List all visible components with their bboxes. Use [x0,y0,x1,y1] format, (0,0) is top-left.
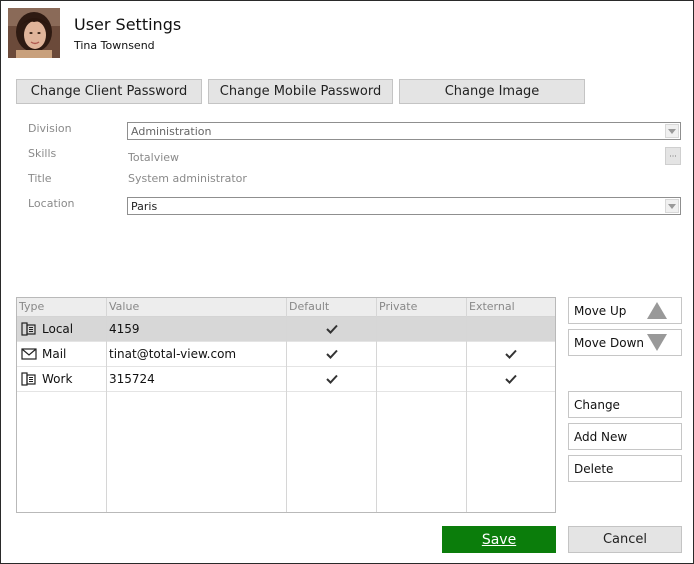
move-up-label: Move Up [574,304,627,318]
change-image-button[interactable]: Change Image [399,79,585,104]
delete-button[interactable]: Delete [568,455,682,482]
change-client-password-button[interactable]: Change Client Password [16,79,202,104]
row-type: Work [42,372,73,386]
column-divider [106,298,107,512]
move-down-label: Move Down [574,336,644,350]
user-name: Tina Townsend [74,39,155,52]
row-value: 4159 [109,322,140,336]
location-select[interactable]: Paris [127,197,681,215]
division-value: Administration [131,125,212,138]
skills-label: Skills [28,147,57,160]
row-type: Local [42,322,74,336]
move-down-button[interactable]: Move Down [568,329,682,356]
arrow-up-icon [647,302,667,322]
column-divider [466,298,467,512]
skills-value: Totalview [128,151,180,164]
arrow-down-icon [647,334,667,354]
change-label: Change [574,398,620,412]
change-button[interactable]: Change [568,391,682,418]
change-mobile-password-button[interactable]: Change Mobile Password [208,79,393,104]
column-header-default[interactable]: Default [287,298,377,317]
mail-icon [21,347,37,361]
column-header-value[interactable]: Value [107,298,287,317]
title-label: Title [28,172,52,185]
column-divider [376,298,377,512]
save-button[interactable]: Save [442,526,556,553]
location-label: Location [28,197,75,210]
default-check-icon[interactable] [324,367,340,391]
title-value: System administrator [128,172,247,185]
add-new-label: Add New [574,430,628,444]
external-monitor-check-icon[interactable] [503,367,519,391]
external-monitor-check-icon[interactable] [503,342,519,366]
chevron-down-icon[interactable] [665,124,679,138]
column-header-private[interactable]: Private [377,298,467,317]
default-check-icon[interactable] [324,342,340,366]
user-settings-window: User Settings Tina Townsend Change Clien… [0,0,694,564]
column-divider [286,298,287,512]
skills-browse-button[interactable]: ··· [665,147,681,165]
cancel-button[interactable]: Cancel [568,526,682,553]
add-new-button[interactable]: Add New [568,423,682,450]
default-check-icon[interactable] [324,317,340,341]
contact-grid[interactable]: Type Value Default Private External Moni… [16,297,556,513]
phone-icon [21,372,37,386]
delete-label: Delete [574,462,614,476]
column-header-type[interactable]: Type [17,298,107,317]
user-avatar[interactable] [8,8,60,58]
division-select[interactable]: Administration [127,122,681,140]
row-type: Mail [42,347,67,361]
chevron-down-icon[interactable] [665,199,679,213]
division-label: Division [28,122,72,135]
location-value: Paris [131,200,158,213]
page-title: User Settings [74,15,182,34]
phone-icon [21,322,37,336]
row-value: tinat@total-view.com [109,347,237,361]
row-value: 315724 [109,372,155,386]
column-header-external-monitor[interactable]: External Monitor [467,298,555,330]
move-up-button[interactable]: Move Up [568,297,682,324]
